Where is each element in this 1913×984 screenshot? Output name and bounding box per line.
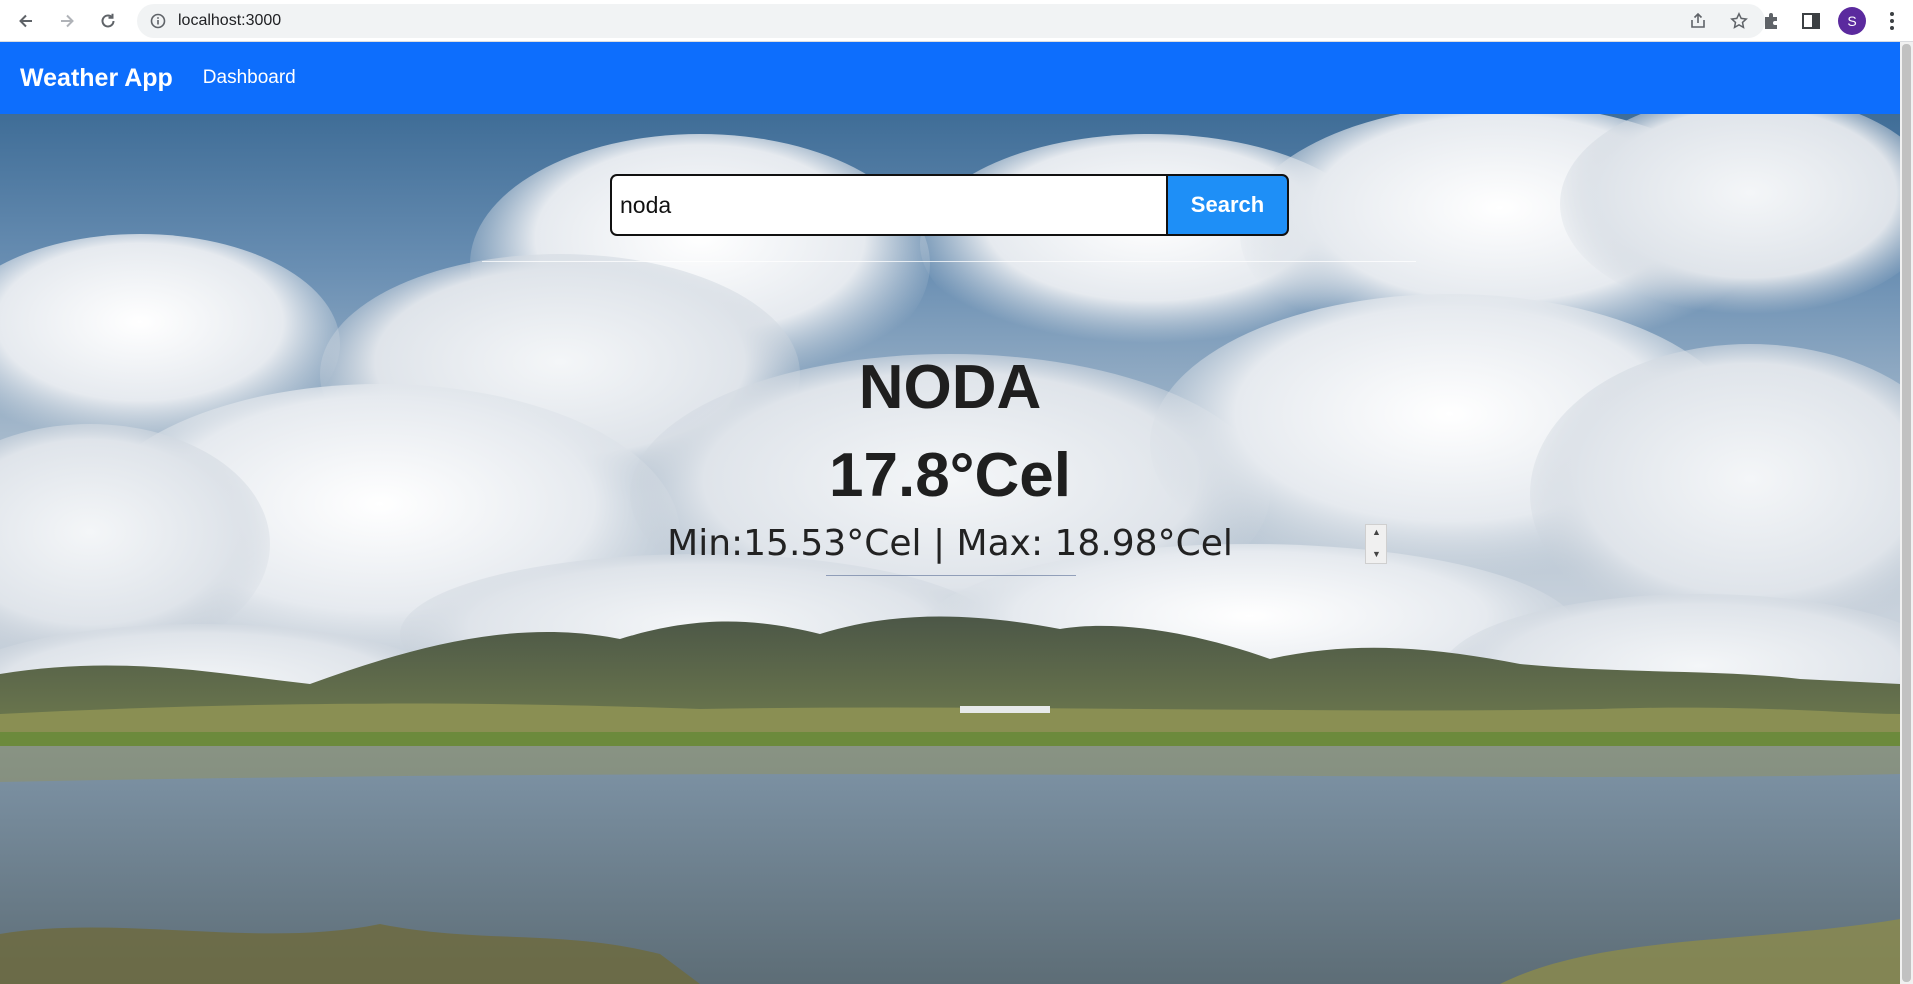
arrow-left-icon xyxy=(19,14,32,28)
min-max-temperature: Min:15.53°Cel | Max: 18.98°Cel xyxy=(667,523,1233,564)
inner-scrollbar[interactable]: ▲ ▼ xyxy=(1365,524,1387,564)
puzzle-icon[interactable] xyxy=(1761,10,1783,32)
min-max-underline xyxy=(826,575,1076,576)
browser-toolbar: localhost:3000 S xyxy=(0,0,1913,42)
side-panel-icon[interactable] xyxy=(1801,11,1821,31)
share-icon[interactable] xyxy=(1689,12,1707,30)
city-name: NODA xyxy=(858,353,1042,422)
nav-link-dashboard[interactable]: Dashboard xyxy=(203,67,296,89)
arrow-right-icon xyxy=(61,14,74,28)
city-search-input[interactable] xyxy=(610,174,1166,236)
url-text[interactable]: localhost:3000 xyxy=(178,12,281,30)
page-scrollbar-thumb[interactable] xyxy=(1902,44,1911,982)
reload-icon xyxy=(101,13,115,28)
scroll-down-arrow-icon[interactable]: ▼ xyxy=(1372,549,1381,559)
search-form: Search xyxy=(610,174,1289,236)
search-button[interactable]: Search xyxy=(1166,174,1289,236)
scroll-up-arrow-icon[interactable]: ▲ xyxy=(1372,527,1381,537)
forward-button[interactable] xyxy=(53,7,81,35)
reload-button[interactable] xyxy=(94,7,122,35)
profile-avatar[interactable]: S xyxy=(1838,7,1866,35)
brand-link[interactable]: Weather App xyxy=(20,64,173,93)
search-divider xyxy=(482,261,1416,262)
current-temperature: 17.8°Cel xyxy=(829,441,1071,510)
star-icon[interactable] xyxy=(1730,12,1748,30)
kebab-menu-icon[interactable] xyxy=(1888,11,1896,31)
back-button[interactable] xyxy=(12,7,40,35)
page-scrollbar[interactable] xyxy=(1900,42,1913,984)
app-navbar: Weather App Dashboard xyxy=(0,42,1900,114)
info-icon[interactable] xyxy=(150,13,166,29)
address-bar[interactable]: localhost:3000 xyxy=(137,4,1765,38)
